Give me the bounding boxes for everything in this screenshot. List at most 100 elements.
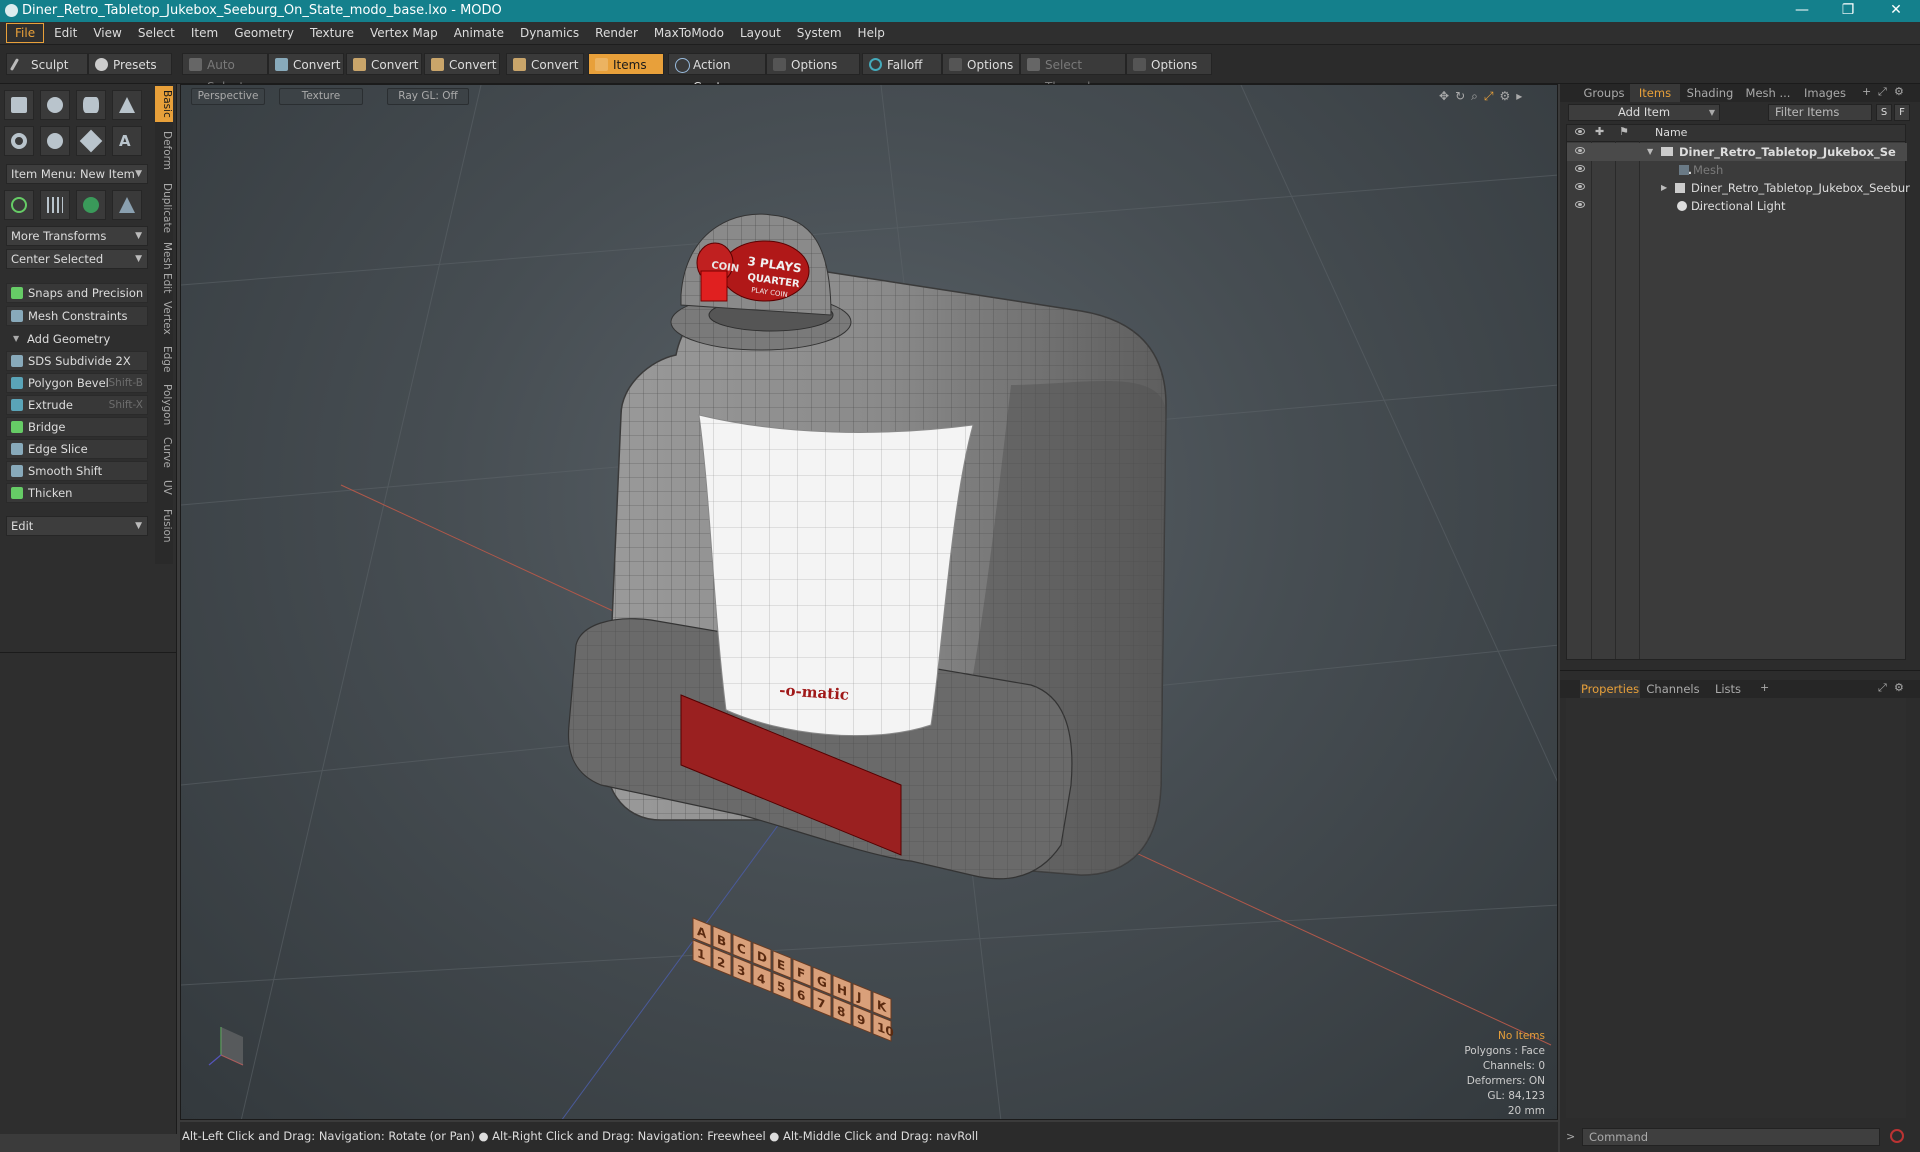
menu-dynamics[interactable]: Dynamics xyxy=(512,22,587,44)
cone-tool[interactable] xyxy=(112,90,142,120)
tab-groups[interactable]: Groups xyxy=(1580,84,1628,102)
convert-button-3[interactable]: Convert xyxy=(424,53,500,75)
transform-tool[interactable] xyxy=(4,190,34,220)
selector-keys[interactable]: A1B2C3D4E5F6G7H8J9K10 xyxy=(692,917,894,1042)
polygon-bevel-button[interactable]: Polygon Bevel Shift-B xyxy=(6,373,148,393)
edit-dropdown[interactable]: Edit ▼ xyxy=(6,516,148,536)
options-button-2[interactable]: Options xyxy=(942,53,1020,75)
expand-arrow-icon[interactable]: ▼ xyxy=(1647,143,1653,161)
tree-row-scene[interactable]: ▼Diner_Retro_Tabletop_Jukebox_Se ... xyxy=(1567,143,1907,177)
vtab-vertex[interactable]: Vertex xyxy=(155,298,173,338)
menu-system[interactable]: System xyxy=(789,22,850,44)
menu-help[interactable]: Help xyxy=(850,22,893,44)
convert-button-2[interactable]: Convert xyxy=(346,53,422,75)
menu-view[interactable]: View xyxy=(85,22,129,44)
sphere-tool[interactable] xyxy=(40,90,70,120)
tab-lists[interactable]: Lists xyxy=(1706,680,1750,698)
cylinder-tool[interactable] xyxy=(76,90,106,120)
minimize-button[interactable]: — xyxy=(1780,0,1824,22)
tree-row-group[interactable]: ▶ Diner_Retro_Tabletop_Jukebox_Seebur ... xyxy=(1567,179,1910,213)
filter-f-button[interactable]: F xyxy=(1894,104,1910,121)
tab-items[interactable]: Items xyxy=(1630,84,1680,102)
action-center-button[interactable]: Action Center xyxy=(668,53,766,94)
text-tool[interactable]: A xyxy=(112,126,142,156)
vtab-polygon[interactable]: Polygon xyxy=(155,380,173,430)
pen-tool[interactable] xyxy=(76,126,106,156)
edge-slice-button[interactable]: Edge Slice xyxy=(6,439,148,459)
menu-animate[interactable]: Animate xyxy=(446,22,512,44)
3d-viewport[interactable]: Perspective Texture Ray GL: Off ✥↻⌕⤢⚙▸ C… xyxy=(180,84,1558,1120)
vtab-deform[interactable]: Deform xyxy=(155,128,173,174)
more-transforms-dropdown[interactable]: More Transforms ▼ xyxy=(6,226,148,246)
torus-tool[interactable] xyxy=(4,126,34,156)
record-icon[interactable] xyxy=(1890,1129,1904,1143)
items-mode-button[interactable]: Items xyxy=(588,53,664,75)
options-button-1[interactable]: Options xyxy=(766,53,860,75)
item-menu-dropdown[interactable]: Item Menu: New Item ▼ xyxy=(6,164,148,184)
convert-button-1[interactable]: Convert xyxy=(268,53,344,75)
visibility-icon[interactable] xyxy=(1575,183,1585,190)
visibility-icon[interactable] xyxy=(1575,201,1585,208)
menu-vertex-map[interactable]: Vertex Map xyxy=(362,22,446,44)
expand-icon[interactable]: ⤢ xyxy=(1878,85,1887,99)
falloff-button[interactable]: Falloff xyxy=(862,53,942,75)
sds-subdivide-button[interactable]: SDS Subdivide 2X xyxy=(6,351,148,371)
menu-layout[interactable]: Layout xyxy=(732,22,789,44)
filter-items-input[interactable]: Filter Items xyxy=(1768,104,1872,121)
thicken-button[interactable]: Thicken xyxy=(6,483,148,503)
center-selected-dropdown[interactable]: Center Selected ▼ xyxy=(6,249,148,269)
vtab-fusion[interactable]: Fusion xyxy=(155,504,173,548)
add-tab-icon[interactable]: + xyxy=(1760,681,1769,694)
cube-tool[interactable] xyxy=(4,90,34,120)
filter-s-button[interactable]: S xyxy=(1876,104,1892,121)
extrude-button[interactable]: Extrude Shift-X xyxy=(6,395,148,415)
grid-tool[interactable] xyxy=(40,190,70,220)
tree-row-mesh[interactable]: Mesh xyxy=(1567,161,1907,179)
close-button[interactable]: ✕ xyxy=(1874,0,1918,22)
tab-properties[interactable]: Properties xyxy=(1580,680,1640,698)
expand-arrow-icon[interactable]: ▶ xyxy=(1661,179,1667,197)
tree-row-light[interactable]: Directional Light xyxy=(1567,197,1907,215)
add-item-dropdown[interactable]: Add Item ▼ xyxy=(1568,104,1720,121)
menu-item[interactable]: Item xyxy=(183,22,226,44)
tab-mesh[interactable]: Mesh ... xyxy=(1740,84,1796,102)
tab-channels[interactable]: Channels xyxy=(1644,680,1702,698)
maximize-button[interactable]: ❐ xyxy=(1826,0,1870,22)
options-button-3[interactable]: Options xyxy=(1126,53,1212,75)
vtab-uv[interactable]: UV xyxy=(155,474,173,500)
pyramid-tool[interactable] xyxy=(112,190,142,220)
visibility-icon[interactable] xyxy=(1575,165,1585,172)
vtab-duplicate[interactable]: Duplicate xyxy=(155,180,173,236)
gear-icon[interactable]: ⚙ xyxy=(1894,85,1904,98)
tab-shading[interactable]: Shading xyxy=(1682,84,1738,102)
convert-button-4[interactable]: Convert xyxy=(506,53,584,75)
expand-icon[interactable]: ⤢ xyxy=(1878,681,1887,695)
add-tab-icon[interactable]: + xyxy=(1862,85,1871,98)
gear-icon[interactable]: ⚙ xyxy=(1894,681,1904,694)
menu-file[interactable]: File xyxy=(6,23,45,43)
sculpt-button[interactable]: Sculpt xyxy=(6,53,88,75)
menu-select[interactable]: Select xyxy=(130,22,183,44)
menu-texture[interactable]: Texture xyxy=(302,22,362,44)
menu-maxtomodo[interactable]: MaxToModo xyxy=(646,22,732,44)
add-geometry-header[interactable]: ▼ Add Geometry xyxy=(6,329,148,349)
menu-edit[interactable]: Edit xyxy=(46,22,85,44)
auto-select-button[interactable]: Auto Select xyxy=(182,53,268,94)
vtab-mesh-edit[interactable]: Mesh Edit xyxy=(155,240,173,296)
visibility-icon[interactable] xyxy=(1575,147,1585,154)
select-through-button[interactable]: Select Through xyxy=(1020,53,1126,94)
smooth-shift-button[interactable]: Smooth Shift xyxy=(6,461,148,481)
bridge-button[interactable]: Bridge xyxy=(6,417,148,437)
menu-render[interactable]: Render xyxy=(587,22,646,44)
jukebox-model[interactable] xyxy=(567,213,1167,880)
vtab-curve[interactable]: Curve xyxy=(155,434,173,470)
mesh-constraints-button[interactable]: Mesh Constraints xyxy=(6,306,148,326)
presets-button[interactable]: Presets F6 xyxy=(88,53,172,94)
globe-tool[interactable] xyxy=(76,190,106,220)
tab-images[interactable]: Images xyxy=(1798,84,1852,102)
menu-geometry[interactable]: Geometry xyxy=(226,22,302,44)
name-column-header[interactable]: Name xyxy=(1655,125,1687,141)
capsule-tool[interactable] xyxy=(40,126,70,156)
command-input[interactable]: Command xyxy=(1582,1128,1880,1146)
snaps-and-precision-button[interactable]: Snaps and Precision xyxy=(6,283,148,303)
